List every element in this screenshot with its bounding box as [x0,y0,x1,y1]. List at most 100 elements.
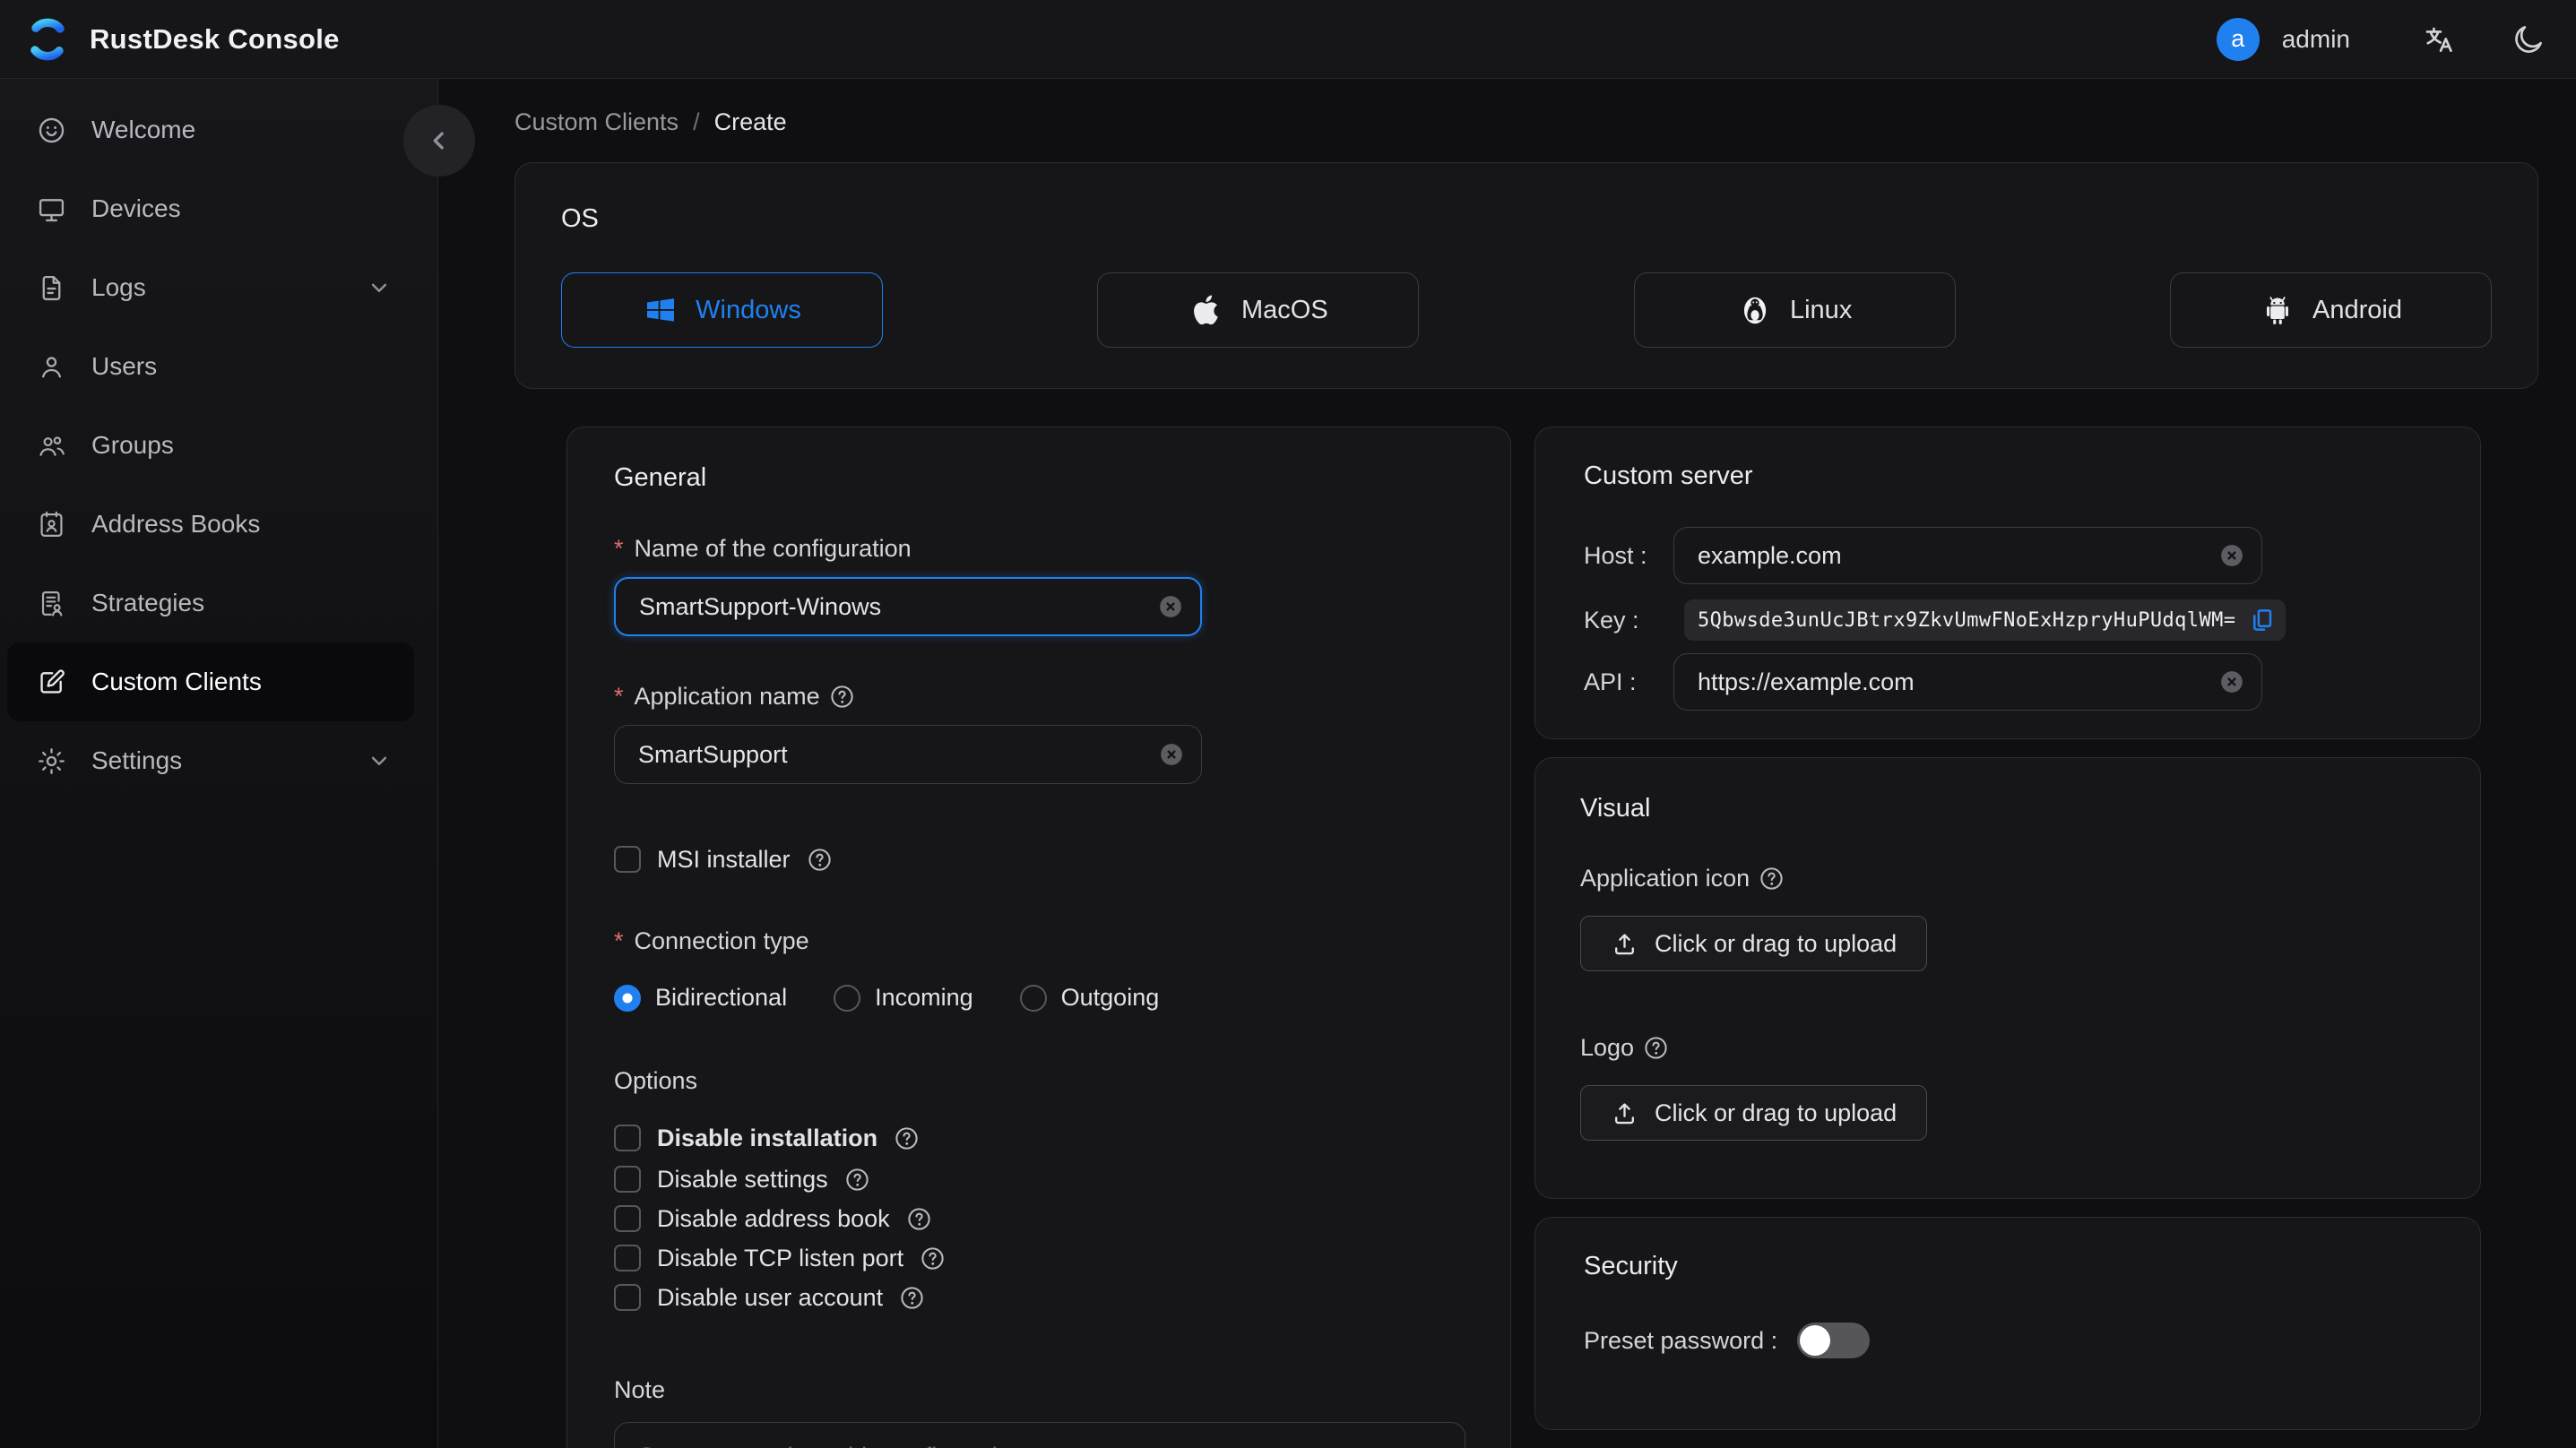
sidebar-item-groups[interactable]: Groups [7,406,414,485]
preset-password-toggle[interactable] [1797,1323,1871,1358]
sidebar-item-custom-clients[interactable]: Custom Clients [7,642,414,721]
upload-icon [1615,1102,1634,1124]
apple-icon [1189,292,1224,328]
msi-installer-row: MSI installer [614,840,1464,879]
android-icon [2260,292,2295,328]
breadcrumb: Custom Clients / Create [514,104,2538,140]
help-icon[interactable] [1643,1035,1669,1061]
windows-icon [643,292,679,328]
sidebar-item-devices[interactable]: Devices [7,169,414,248]
clear-api-button[interactable] [2218,668,2245,695]
sidebar-item-settings[interactable]: Settings [7,721,414,800]
help-icon[interactable] [1759,866,1785,892]
msi-installer-label: MSI installer [657,845,791,873]
checkbox-label: Disable address book [657,1204,890,1232]
connection-type-label: * Connection type [614,927,809,954]
clear-host-button[interactable] [2218,542,2245,569]
disable-settings-row: Disable settings [614,1159,1464,1199]
help-icon[interactable] [829,684,855,710]
sidebar-collapse-button[interactable] [403,105,475,177]
user-name: admin [2281,24,2350,53]
language-button[interactable] [2422,22,2456,56]
monitor-icon [39,198,65,221]
api-value[interactable] [1698,668,2206,696]
key-value: 5Qbwsde3unUcJBtrx9ZkvUmwFNoExHzpryHuPUdq… [1698,608,2236,632]
disable-user-account-row: Disable user account [614,1278,1464,1317]
sidebar-item-label: Users [91,352,158,380]
user-avatar[interactable]: a [2216,17,2260,61]
copy-icon [2253,609,2272,631]
key-value-box: 5Qbwsde3unUcJBtrx9ZkvUmwFNoExHzpryHuPUdq… [1684,599,2286,641]
breadcrumb-custom-clients[interactable]: Custom Clients [514,108,679,136]
api-row: API : [1584,653,2432,711]
sidebar-item-users[interactable]: Users [7,327,414,406]
help-icon[interactable] [844,1167,870,1193]
disable-address-book-row: Disable address book [614,1199,1464,1238]
config-name-input[interactable] [614,577,1202,636]
document-icon [42,275,61,300]
sidebar-item-welcome[interactable]: Welcome [7,90,414,169]
api-input[interactable] [1673,653,2262,711]
note-label: Note [614,1376,666,1403]
disable-address-book-checkbox[interactable] [614,1205,641,1232]
msi-installer-checkbox[interactable] [614,846,641,873]
clear-config-name-button[interactable] [1157,593,1184,620]
config-name-value[interactable] [639,592,1145,621]
disable-installation-checkbox[interactable] [614,1125,641,1151]
os-button-label: MacOS [1240,295,1328,324]
theme-toggle-button[interactable] [2511,22,2546,56]
security-section: Security Preset password : [1534,1217,2481,1430]
application-name-value[interactable] [638,740,1145,769]
sidebar-item-label: Devices [91,194,181,222]
help-icon[interactable] [899,1285,925,1311]
disable-settings-checkbox[interactable] [614,1166,641,1193]
sidebar-item-label: Logs [91,273,146,301]
sidebar-item-logs[interactable]: Logs [7,248,414,327]
clear-icon [2219,543,2244,568]
os-button-label: Windows [696,295,801,324]
help-icon[interactable] [807,847,833,873]
sidebar-item-strategies[interactable]: Strategies [7,564,414,642]
help-icon[interactable] [906,1206,932,1232]
help-icon[interactable] [894,1125,920,1151]
moon-icon [2515,25,2542,53]
host-input[interactable] [1673,527,2262,584]
breadcrumb-create: Create [713,108,787,135]
radio-bidirectional[interactable]: Bidirectional [614,984,787,1012]
top-header: RustDesk Console a admin [0,0,2576,79]
app-title: RustDesk Console [90,22,340,55]
os-button-linux[interactable]: Linux [1633,272,1956,348]
application-name-input[interactable] [614,725,1202,784]
note-textarea[interactable] [614,1422,1465,1448]
disable-user-account-checkbox[interactable] [614,1284,641,1311]
disable-tcp-listen-port-checkbox[interactable] [614,1245,641,1271]
checkbox-label: Disable user account [657,1283,884,1311]
application-icon-upload-button[interactable]: Click or drag to upload [1580,916,1928,971]
chevron-down-icon [371,283,387,292]
os-button-android[interactable]: Android [2169,272,2492,348]
os-button-macos[interactable]: MacOS [1097,272,1420,348]
api-label: API : [1584,668,1637,695]
required-mark: * [614,535,624,562]
address-book-icon [40,511,63,537]
clear-application-name-button[interactable] [1158,741,1185,768]
os-section: OS Windows MacOS Linux Android [514,162,2538,389]
os-button-windows[interactable]: Windows [561,272,883,348]
copy-key-button[interactable] [2248,607,2275,634]
sidebar-item-address-books[interactable]: Address Books [7,485,414,564]
host-value[interactable] [1698,541,2206,570]
config-name-label: * Name of the configuration [614,535,912,562]
sidebar-item-label: Settings [91,746,183,774]
help-icon[interactable] [920,1245,946,1271]
translate-icon [2425,27,2452,52]
radio-incoming[interactable]: Incoming [834,984,973,1012]
radio-icon [834,984,861,1012]
key-row: Key : 5Qbwsde3unUcJBtrx9ZkvUmwFNoExHzpry… [1584,599,2432,641]
right-column: Custom server Host : Key : [1534,427,2481,1448]
sidebar-item-label: Groups [91,431,174,459]
logo-upload-button[interactable]: Click or drag to upload [1580,1085,1928,1141]
radio-outgoing[interactable]: Outgoing [1019,984,1159,1012]
options-group-title: Options [614,1067,698,1094]
custom-server-title: Custom server [1584,461,1753,490]
strategy-doc-icon [41,590,63,616]
